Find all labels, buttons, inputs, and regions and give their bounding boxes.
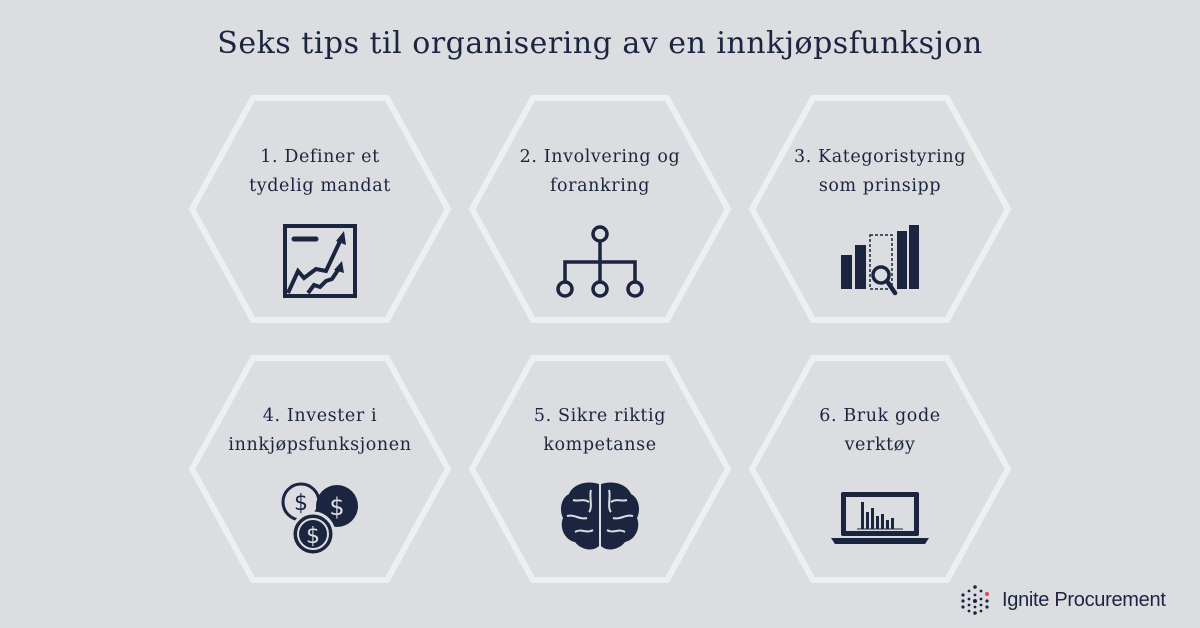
tip-card-2: 2. Involvering og forankring — [470, 143, 730, 313]
hierarchy-icon — [556, 225, 644, 298]
tip-label: 4. Invester i innkjøpsfunksjonen — [228, 406, 412, 455]
svg-text:$: $ — [294, 491, 308, 516]
svg-text:$: $ — [329, 493, 344, 521]
tip-card-5: 5. Sikre riktig kompetanse — [470, 402, 730, 572]
coins-icon: $ $ $ — [281, 482, 358, 556]
tip-card-1: 1. Definer et tydelig mandat — [190, 143, 450, 313]
bar-chart-magnifier-icon — [841, 225, 919, 296]
svg-text:$: $ — [306, 524, 320, 549]
tip-card-6: 6. Bruk gode verktøy — [750, 402, 1010, 572]
growth-chart-icon — [283, 224, 357, 298]
ignite-logo-icon — [961, 585, 989, 615]
laptop-chart-icon — [831, 492, 929, 544]
brain-icon — [561, 482, 639, 550]
tip-label: 3. Kategoristyring som prinsipp — [794, 147, 966, 196]
tip-card-3: 3. Kategoristyring som prinsipp — [750, 143, 1010, 313]
tip-label: 2. Involvering og forankring — [519, 147, 681, 196]
logo-text: Ignite Procurement — [1002, 588, 1166, 611]
tip-card-4: 4. Invester i innkjøpsfunksjonen $ $ $ — [190, 402, 450, 572]
tip-label: 1. Definer et tydelig mandat — [249, 147, 391, 196]
brand-logo: Ignite Procurement — [960, 585, 1166, 615]
tip-label: 5. Sikre riktig kompetanse — [533, 406, 667, 455]
tip-label: 6. Bruk gode verktøy — [819, 406, 941, 455]
